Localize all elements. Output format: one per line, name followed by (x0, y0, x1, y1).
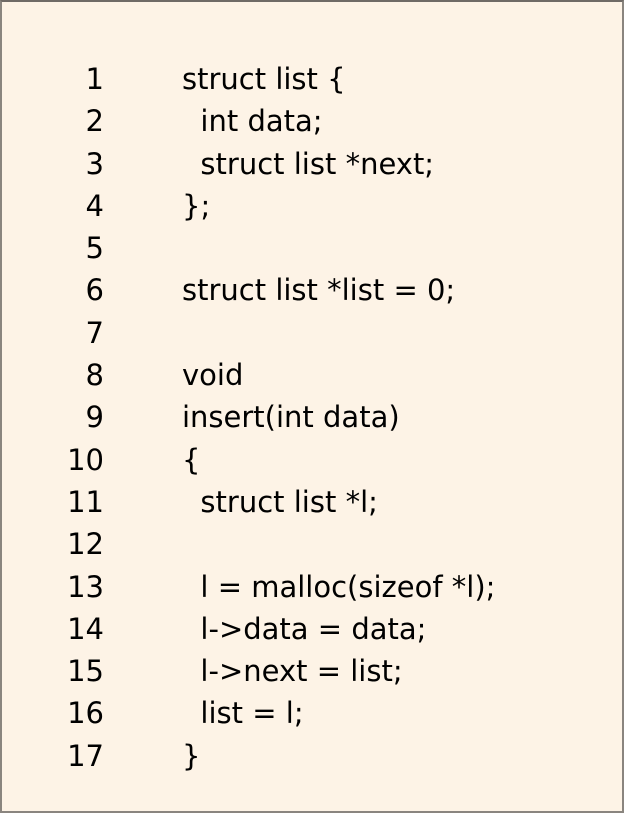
line-number: 6 (85, 273, 104, 308)
code-line: 14 l->data = data; (2, 608, 622, 650)
line-number: 16 (67, 696, 104, 731)
line-number: 11 (67, 484, 104, 519)
code-line: 17} (2, 735, 622, 777)
line-number: 9 (85, 400, 104, 435)
code-text: { (182, 442, 201, 477)
line-number: 3 (85, 146, 104, 181)
code-text: struct list *list = 0; (182, 273, 456, 308)
code-line: 2 int data; (2, 100, 622, 142)
line-number: 15 (67, 654, 104, 689)
line-number: 13 (67, 569, 104, 604)
code-text: insert(int data) (182, 400, 400, 435)
line-number: 10 (67, 442, 104, 477)
line-number: 7 (85, 315, 104, 350)
code-text: } (182, 738, 201, 773)
code-line: 5 (2, 227, 622, 269)
code-text: list = l; (182, 696, 304, 731)
code-line: 16 list = l; (2, 692, 622, 734)
line-number: 1 (85, 62, 104, 96)
code-text: int data; (182, 104, 323, 139)
code-line: 1 struct list { (2, 58, 622, 100)
code-text: l->next = list; (182, 654, 403, 689)
code-text: }; (182, 188, 211, 223)
code-text: struct list *l; (182, 484, 378, 519)
line-number: 8 (85, 358, 104, 393)
line-number: 2 (85, 104, 104, 139)
code-listing: 1 struct list { 2 int data; 3 struct list… (2, 58, 622, 777)
code-line: 13 l = malloc(sizeof *l); (2, 566, 622, 608)
line-number: 14 (67, 611, 104, 646)
code-line: 6 struct list *list = 0; (2, 269, 622, 311)
line-number: 12 (67, 527, 104, 562)
line-number: 5 (85, 231, 104, 266)
code-line: 7 (2, 312, 622, 354)
code-text: l = malloc(sizeof *l); (182, 569, 496, 604)
code-line: 10 { (2, 439, 622, 481)
code-text: struct list *next; (182, 146, 435, 181)
code-listing-frame: 1 struct list { 2 int data; 3 struct list… (0, 0, 624, 813)
line-number: 4 (85, 188, 104, 223)
code-line: 11 struct list *l; (2, 481, 622, 523)
code-line: 12 (2, 523, 622, 565)
code-text: void (182, 358, 244, 393)
code-line: 4}; (2, 185, 622, 227)
code-line: 8 void (2, 354, 622, 396)
code-line: 3 struct list *next; (2, 143, 622, 185)
code-text: l->data = data; (182, 611, 427, 646)
code-line: 15 l->next = list; (2, 650, 622, 692)
code-text: struct list { (182, 62, 346, 96)
code-line: 9 insert(int data) (2, 396, 622, 438)
line-number: 17 (67, 738, 104, 773)
